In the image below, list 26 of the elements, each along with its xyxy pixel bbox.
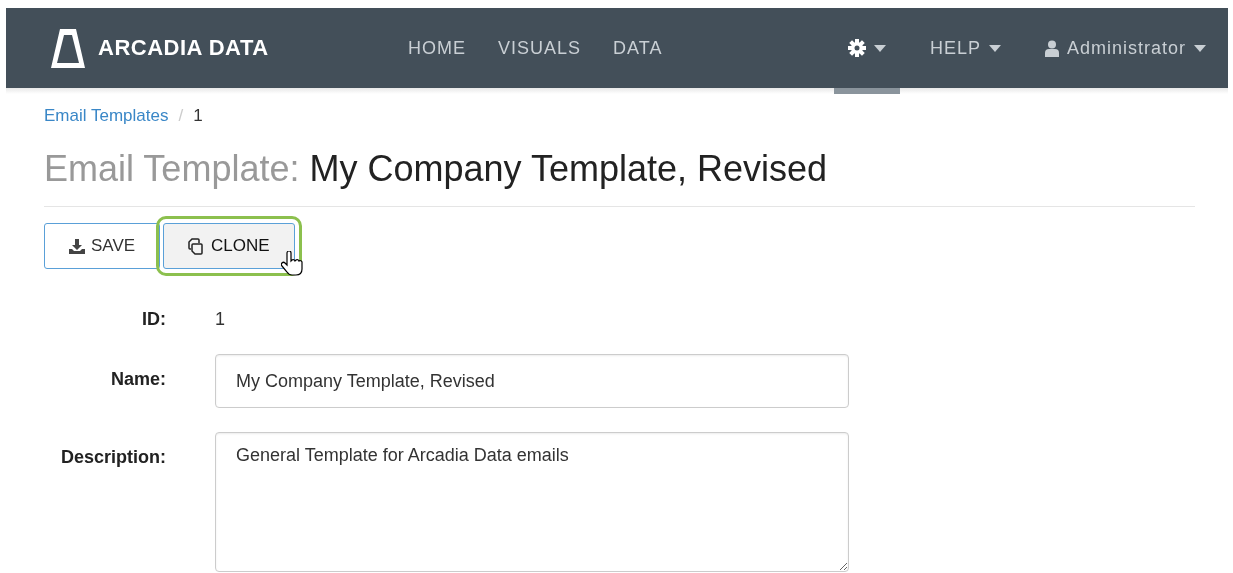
nav-link[interactable]: DATA — [597, 37, 679, 59]
breadcrumb-current: 1 — [193, 106, 203, 126]
save-button[interactable]: SAVE — [44, 223, 161, 269]
field-label: ID: — [141, 308, 166, 330]
help-menu[interactable]: HELP — [919, 8, 1011, 88]
caret-icon — [1194, 44, 1206, 52]
page-title: Email Template: My Company Template, Revised — [44, 148, 829, 190]
logo-icon — [50, 26, 86, 70]
field-label: Description: — [60, 446, 166, 468]
hand-cursor-icon — [280, 251, 303, 277]
nav-link[interactable]: HOME — [392, 37, 482, 59]
name-field[interactable]: My Company Template, Revised — [215, 354, 849, 408]
download-icon — [69, 238, 85, 254]
caret-icon — [873, 44, 886, 52]
breadcrumb-link[interactable]: Email Templates — [44, 106, 169, 126]
description-field[interactable]: General Template for Arcadia Data emails — [215, 432, 849, 572]
nav-link[interactable]: VISUALS — [482, 37, 598, 59]
settings-icon — [847, 39, 866, 57]
user-icon — [1044, 39, 1059, 57]
id-value: 1 — [215, 308, 226, 330]
brand-name: ARCADIA DATA — [98, 35, 269, 61]
copy-icon — [188, 237, 206, 255]
breadcrumb-separator: / — [178, 106, 184, 126]
field-label: Name: — [109, 368, 166, 390]
user-menu[interactable]: Administrator — [1034, 8, 1216, 88]
caret-icon — [988, 44, 1001, 52]
